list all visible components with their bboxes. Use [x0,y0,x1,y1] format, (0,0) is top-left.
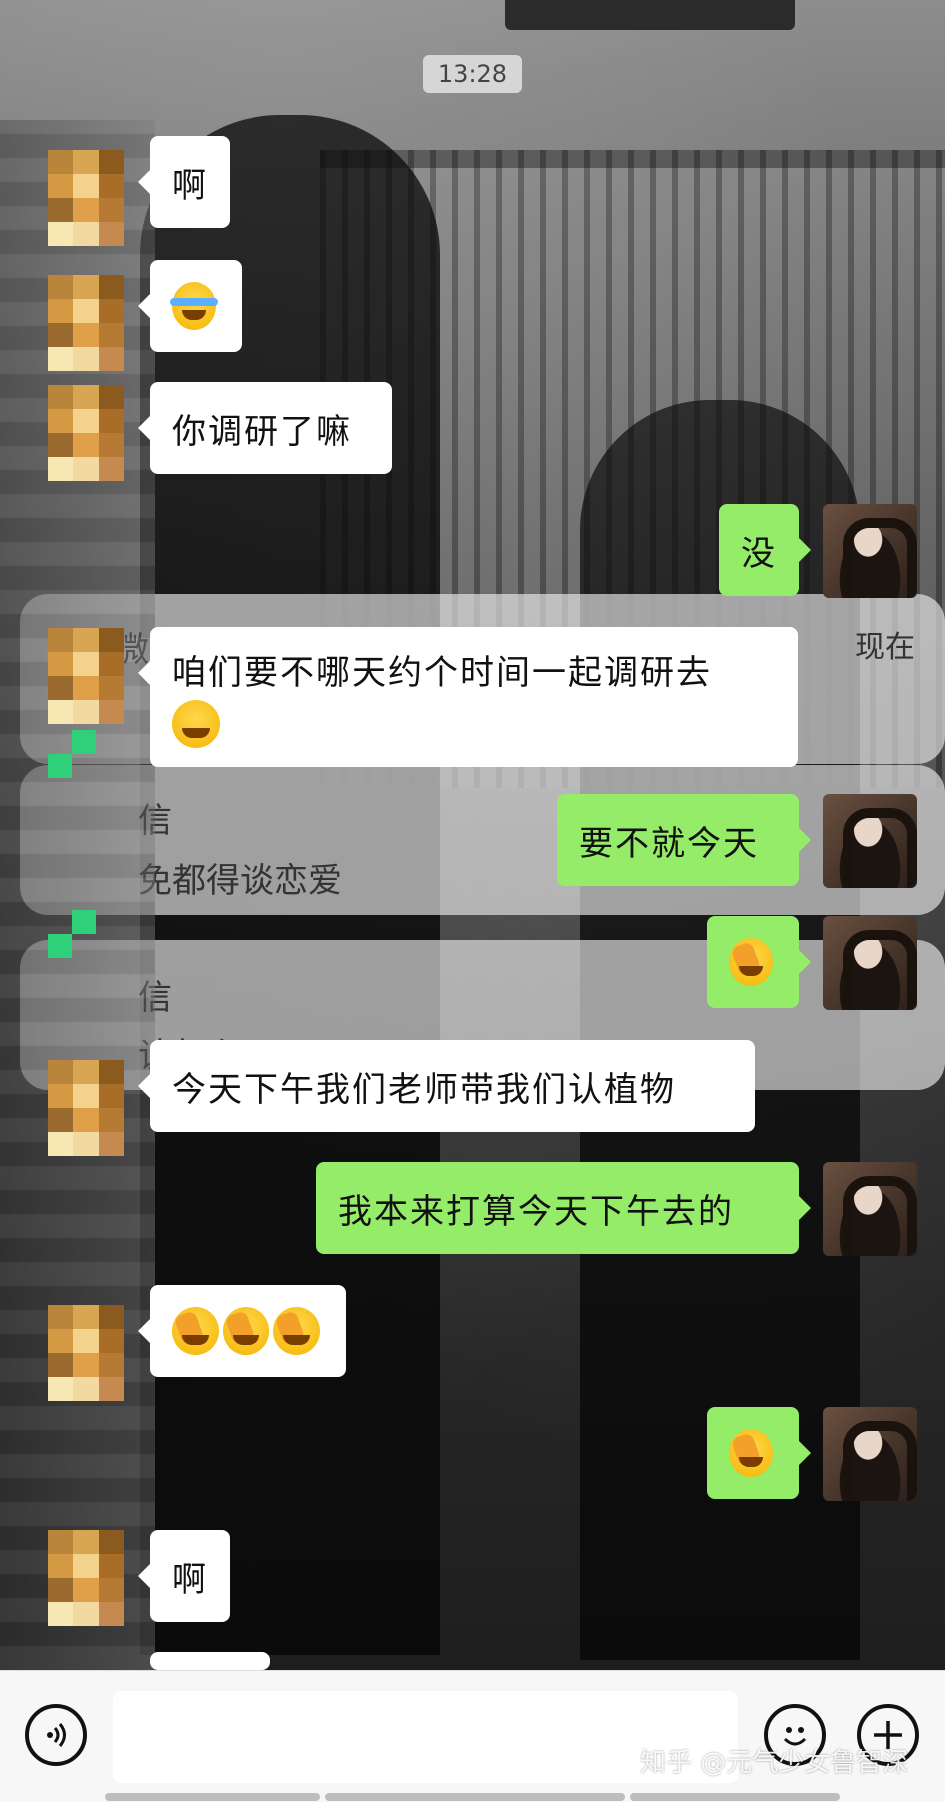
message-bubble-right[interactable] [707,916,811,1008]
message-text: 咱们要不哪天约个时间一起调研去 [172,653,712,693]
contact-avatar[interactable] [48,628,124,724]
facepalm-emoji [172,1307,219,1355]
tears-of-joy-emoji [170,282,218,330]
contact-avatar[interactable] [48,150,124,246]
facepalm-emoji [729,1429,773,1477]
message-bubble-right[interactable]: 要不就今天 [557,794,811,886]
message-bubble-left[interactable]: 啊 [138,136,230,228]
message-bubble-left[interactable]: 啊 [138,1530,230,1622]
bottom-strip [630,1793,840,1801]
message-bubble-left[interactable] [138,1285,346,1377]
facepalm-emoji [222,1307,270,1355]
message-text: 啊 [172,165,208,206]
message-bubble-right[interactable]: 没 [719,504,811,596]
message-bubble-left[interactable]: 咱们要不哪天约个时间一起调研去 [138,627,798,767]
my-avatar[interactable] [823,1162,917,1256]
mosaic-pixel [72,730,96,754]
watermark: 知乎 @元气少女鲁智深 [640,1748,909,1778]
bottom-strip [325,1793,625,1801]
contact-avatar[interactable] [48,1060,124,1156]
contact-avatar[interactable] [48,1305,124,1401]
message-bubble-left[interactable] [138,260,242,352]
message-text: 我本来打算今天下午去的 [338,1191,734,1232]
message-text: 啊 [172,1559,208,1600]
background-lamp [505,0,795,30]
my-avatar[interactable] [823,916,917,1010]
message-bubble-left[interactable]: 今天下午我们老师带我们认植物 [138,1040,755,1132]
my-avatar[interactable] [823,504,917,598]
message-bubble-right[interactable]: 我本来打算今天下午去的 [316,1162,811,1254]
mosaic-pixel [48,754,72,778]
mosaic-pixel [72,910,96,934]
message-bubble-left-partial[interactable] [138,1652,270,1710]
bottom-strip [105,1793,320,1801]
mosaic-pixel [48,934,72,958]
message-text: 你调研了嘛 [172,411,352,452]
message-text: 要不就今天 [579,823,759,864]
ghost-body: 免都得谈恋爱 [138,861,342,901]
contact-avatar[interactable] [48,1530,124,1626]
ghost-time: 现在 [855,630,915,665]
contact-avatar[interactable] [48,385,124,481]
contact-avatar[interactable] [48,275,124,371]
my-avatar[interactable] [823,1407,917,1501]
facepalm-emoji [273,1307,321,1355]
facepalm-emoji [729,938,773,986]
smirk-emoji [172,700,220,748]
chat-input-bar [0,1670,945,1802]
message-bubble-left[interactable]: 你调研了嘛 [138,382,392,474]
voice-icon[interactable] [25,1704,87,1766]
message-bubble-right[interactable] [707,1407,811,1499]
my-avatar[interactable] [823,794,917,888]
chat-timestamp: 13:28 [423,55,522,93]
message-text: 今天下午我们老师带我们认植物 [172,1069,676,1110]
message-text: 没 [741,533,777,574]
